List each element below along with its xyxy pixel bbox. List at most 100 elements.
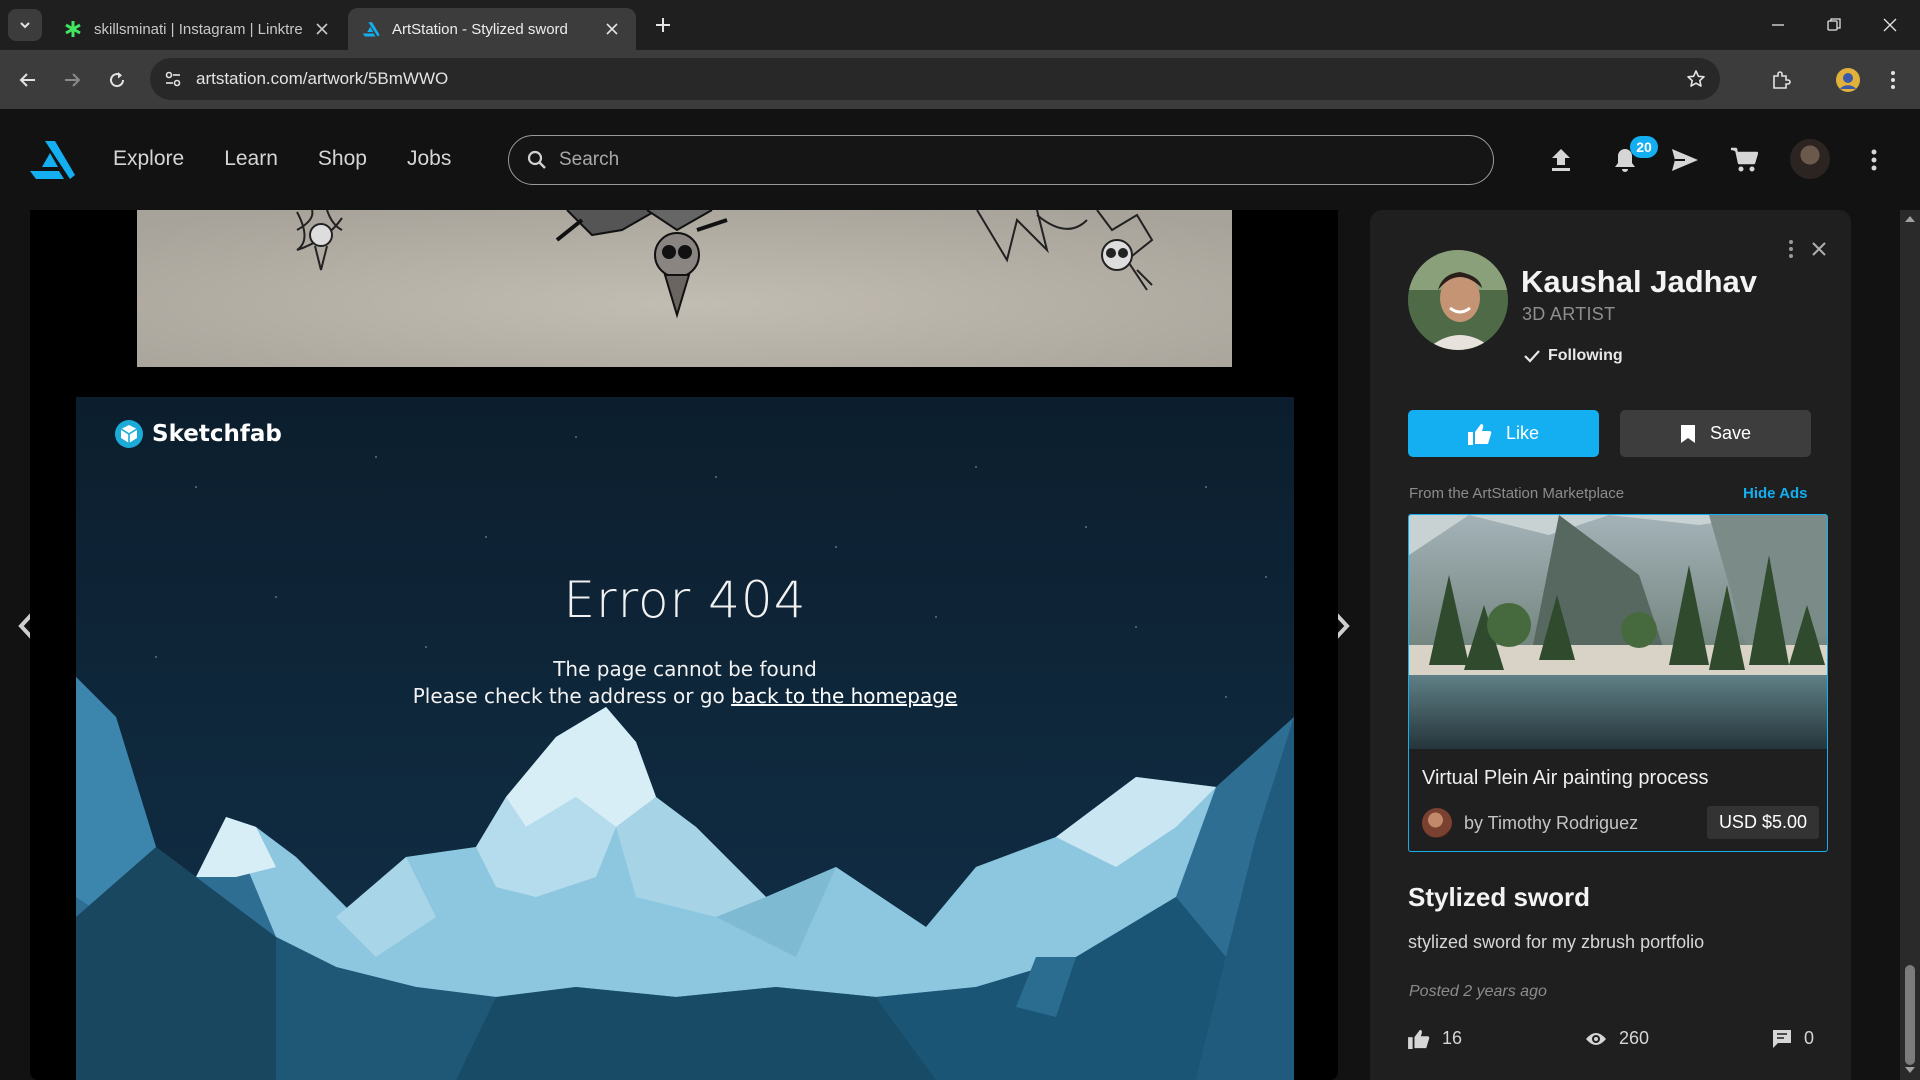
reload-button[interactable] bbox=[101, 64, 133, 96]
search-bar bbox=[508, 135, 1494, 185]
main-nav: Explore Learn Shop Jobs bbox=[113, 147, 491, 171]
reload-icon bbox=[110, 72, 125, 88]
browser-tab-bar: skillsminati | Instagram | Linktre ArtSt… bbox=[0, 0, 1920, 50]
nav-jobs[interactable]: Jobs bbox=[407, 147, 451, 171]
following-button[interactable]: Following bbox=[1524, 347, 1623, 365]
tab-search-button[interactable] bbox=[8, 9, 42, 41]
low-poly-mountains-image bbox=[76, 397, 1294, 1080]
upload-button[interactable] bbox=[1544, 143, 1578, 177]
artwork-title: Stylized sword bbox=[1408, 882, 1591, 912]
new-tab-button[interactable] bbox=[650, 12, 676, 38]
likes-count: 16 bbox=[1442, 1028, 1463, 1048]
send-icon bbox=[1672, 149, 1698, 171]
error-instructions-text: Please check the address or go bbox=[412, 684, 732, 708]
comments-count: 0 bbox=[1804, 1028, 1815, 1048]
comments-stat[interactable]: 0 bbox=[1772, 1028, 1814, 1049]
extensions-button[interactable] bbox=[1765, 64, 1797, 96]
scrollbar-thumb[interactable] bbox=[1905, 965, 1915, 1065]
marketplace-label: From the ArtStation Marketplace bbox=[1409, 485, 1625, 502]
tab-close-icon[interactable] bbox=[602, 19, 622, 39]
marketplace-ad-card[interactable]: Virtual Plein Air painting process by Ti… bbox=[1408, 514, 1828, 852]
scroll-down-arrow-icon[interactable] bbox=[1903, 1064, 1917, 1076]
back-button[interactable] bbox=[12, 64, 44, 96]
panel-options-button[interactable] bbox=[1784, 238, 1798, 260]
checkmark-icon bbox=[1524, 350, 1540, 363]
plus-icon bbox=[656, 18, 670, 32]
homepage-link[interactable]: back to the homepage bbox=[731, 684, 957, 708]
nav-explore[interactable]: Explore bbox=[113, 147, 184, 171]
address-bar[interactable]: artstation.com/artwork/5BmWWO bbox=[150, 58, 1720, 100]
forward-button[interactable] bbox=[56, 64, 88, 96]
landscape-painting-image bbox=[1409, 515, 1827, 749]
kebab-menu-icon bbox=[1789, 240, 1793, 258]
restore-button[interactable] bbox=[1806, 0, 1862, 50]
bookmark-icon bbox=[1680, 424, 1695, 443]
site-info-icon[interactable] bbox=[152, 58, 194, 100]
ad-author[interactable]: by Timothy Rodriguez bbox=[1422, 808, 1638, 838]
save-label: Save bbox=[1709, 423, 1752, 443]
close-icon bbox=[1812, 242, 1826, 256]
restore-icon bbox=[1827, 18, 1841, 31]
minimize-button[interactable] bbox=[1750, 0, 1806, 50]
user-avatar[interactable] bbox=[1790, 139, 1830, 179]
like-button[interactable]: Like bbox=[1408, 410, 1599, 457]
profile-button[interactable] bbox=[1832, 64, 1864, 96]
error-message: The page cannot be found bbox=[553, 657, 817, 681]
artstation-favicon-icon bbox=[362, 20, 380, 38]
nav-shop[interactable]: Shop bbox=[318, 147, 367, 171]
tab-artstation[interactable]: ArtStation - Stylized sword bbox=[348, 8, 636, 50]
ad-price: USD $5.00 bbox=[1706, 806, 1819, 839]
search-input[interactable] bbox=[559, 149, 1439, 171]
search-icon bbox=[527, 150, 547, 170]
kebab-menu-icon bbox=[1891, 71, 1895, 89]
posted-date: Posted 2 years ago bbox=[1409, 983, 1547, 1000]
puzzle-icon bbox=[1773, 71, 1791, 89]
close-icon bbox=[1883, 18, 1897, 32]
arrow-left-icon bbox=[19, 73, 35, 87]
thumbs-up-icon bbox=[1408, 1029, 1430, 1049]
upload-icon bbox=[1552, 149, 1570, 171]
tab-close-icon[interactable] bbox=[312, 19, 332, 39]
thumbs-up-icon bbox=[1467, 423, 1492, 445]
artstation-header: Explore Learn Shop Jobs 20 bbox=[0, 109, 1920, 210]
page-scrollbar[interactable] bbox=[1900, 210, 1920, 1080]
tab-title: skillsminati | Instagram | Linktre bbox=[94, 20, 303, 38]
ad-image bbox=[1409, 515, 1827, 749]
scroll-up-arrow-icon[interactable] bbox=[1903, 213, 1917, 225]
sketchfab-logo-icon bbox=[115, 420, 143, 448]
artist-avatar[interactable] bbox=[1408, 250, 1508, 350]
minimize-icon bbox=[1772, 24, 1784, 26]
ad-title[interactable]: Virtual Plein Air painting process bbox=[1422, 767, 1708, 790]
nav-learn[interactable]: Learn bbox=[224, 147, 278, 171]
error-instructions: Please check the address or go back to t… bbox=[76, 684, 1294, 708]
messages-button[interactable] bbox=[1668, 143, 1702, 177]
browser-menu-button[interactable] bbox=[1877, 64, 1909, 96]
cart-button[interactable] bbox=[1727, 143, 1761, 177]
hide-ads-link[interactable]: Hide Ads bbox=[1743, 485, 1807, 502]
tab-title: ArtStation - Stylized sword bbox=[392, 20, 568, 38]
eye-icon bbox=[1586, 1032, 1606, 1045]
linktree-favicon-icon bbox=[64, 20, 82, 38]
panel-close-button[interactable] bbox=[1808, 238, 1830, 260]
ad-author-name: by Timothy Rodriguez bbox=[1464, 812, 1639, 833]
artstation-logo-icon[interactable] bbox=[28, 139, 76, 179]
bookmark-star-icon[interactable] bbox=[1684, 67, 1708, 91]
artist-name[interactable]: Kaushal Jadhav bbox=[1521, 264, 1757, 300]
shopping-cart-icon bbox=[1731, 147, 1758, 172]
sketchfab-logo[interactable]: Sketchfab bbox=[114, 419, 282, 449]
more-menu-button[interactable] bbox=[1864, 143, 1884, 177]
save-button[interactable]: Save bbox=[1620, 410, 1811, 457]
artwork-info-panel: Kaushal Jadhav 3D ARTIST Following Like … bbox=[1370, 210, 1851, 1080]
arrow-right-icon bbox=[65, 73, 81, 87]
sketchfab-embed: Sketchfab Error 404 The page cannot be f… bbox=[76, 397, 1294, 1080]
views-count: 260 bbox=[1619, 1028, 1650, 1048]
following-label: Following bbox=[1548, 347, 1623, 364]
chevron-down-icon bbox=[20, 22, 30, 29]
sword-sketch-image bbox=[137, 210, 1232, 367]
tab-linktree[interactable]: skillsminati | Instagram | Linktre bbox=[50, 8, 346, 50]
artwork-description: stylized sword for my zbrush portfolio bbox=[1408, 932, 1705, 952]
browser-toolbar: artstation.com/artwork/5BmWWO bbox=[0, 50, 1920, 109]
ad-author-avatar bbox=[1422, 808, 1452, 838]
artwork-image-sketch bbox=[137, 210, 1232, 367]
close-window-button[interactable] bbox=[1862, 0, 1918, 50]
